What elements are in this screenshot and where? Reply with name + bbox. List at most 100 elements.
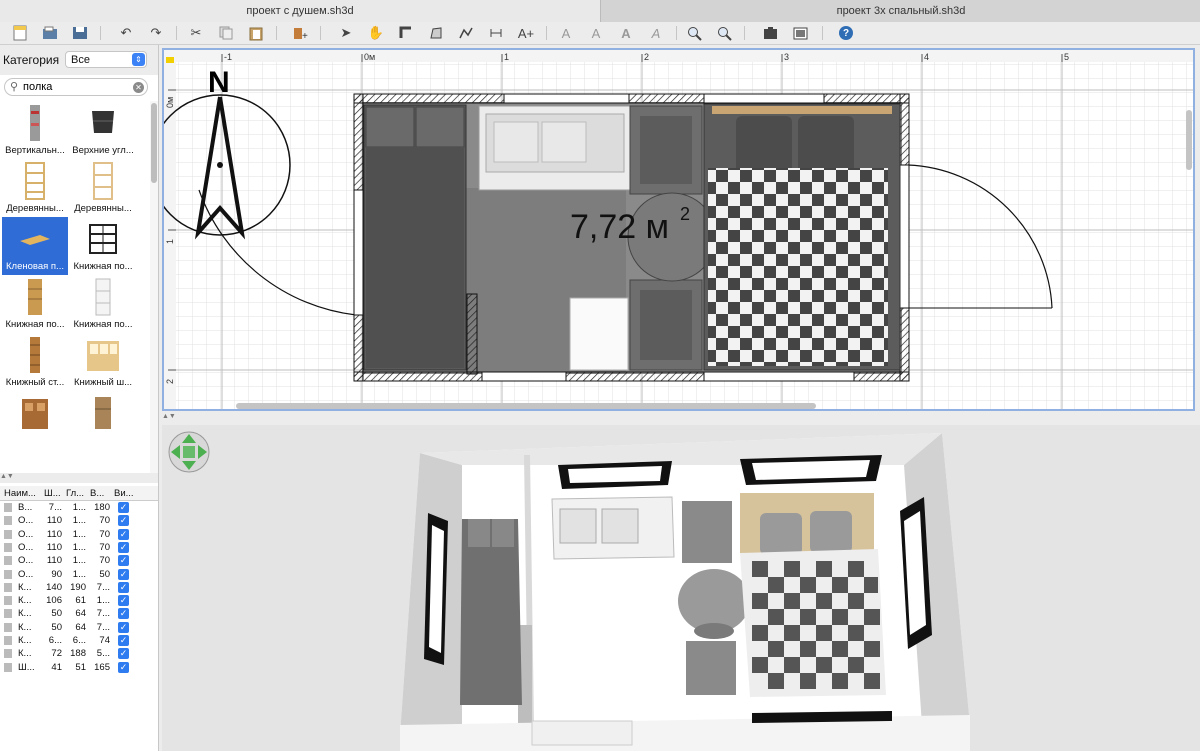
clear-search-icon[interactable]: ✕ (133, 82, 144, 93)
search-input[interactable] (23, 81, 123, 93)
door-opening[interactable] (899, 164, 910, 309)
furniture-row[interactable]: О... 110 1... 70 ✓ (0, 528, 158, 541)
plan-canvas[interactable]: -1 0м 1 2 3 4 5 0м 1 2 N 7,72 м 2 (164, 50, 1193, 409)
visible-checkbox[interactable]: ✓ (118, 581, 129, 593)
italic-icon[interactable]: A (646, 24, 666, 42)
save-icon[interactable] (70, 24, 90, 42)
catalog-item[interactable]: Деревянны... (2, 159, 68, 217)
help-icon[interactable]: ? (836, 24, 856, 42)
column-header-depth[interactable]: Гл... (66, 488, 84, 499)
visible-checkbox[interactable]: ✓ (118, 541, 129, 553)
window[interactable] (703, 371, 855, 382)
furniture-cell-w: 110 (46, 555, 62, 567)
create-dimensions-icon[interactable] (486, 24, 506, 42)
zoom-out-icon[interactable] (714, 24, 734, 42)
copy-icon[interactable] (216, 24, 236, 42)
furniture-row[interactable]: О... 110 1... 70 ✓ (0, 514, 158, 527)
catalog-item[interactable]: Книжная по... (70, 217, 136, 275)
furniture-row[interactable]: К... 106 61 1... ✓ (0, 594, 158, 607)
create-video-icon[interactable] (790, 24, 810, 42)
3d-view[interactable] (162, 425, 1200, 751)
furniture-cell-d: 64 (75, 608, 86, 620)
furniture-row[interactable]: Ш... 41 51 165 ✓ (0, 661, 158, 674)
furniture-cell-h: 70 (99, 555, 110, 567)
furniture-row[interactable]: О... 90 1... 50 ✓ (0, 568, 158, 581)
double-bed[interactable] (703, 103, 901, 371)
left-splitter[interactable]: ▲▼ (0, 473, 158, 483)
catalog-item-label: Книжная по... (5, 319, 65, 330)
catalog-item-label: Деревянны... (6, 203, 64, 214)
text-style-1-icon[interactable]: A (556, 24, 576, 42)
cabinet[interactable] (569, 297, 629, 371)
new-icon[interactable] (10, 24, 30, 42)
window[interactable] (481, 371, 567, 382)
visible-checkbox[interactable]: ✓ (118, 608, 129, 620)
visible-checkbox[interactable]: ✓ (118, 555, 129, 567)
undo-icon[interactable]: ↶ (116, 24, 136, 42)
column-header-name[interactable]: Наим... (4, 488, 36, 499)
plan-view[interactable]: -1 0м 1 2 3 4 5 0м 1 2 N 7,72 м 2 (162, 48, 1195, 411)
window[interactable] (503, 93, 630, 104)
catalog-item[interactable]: Книжный ст... (2, 333, 68, 391)
visible-checkbox[interactable]: ✓ (118, 502, 129, 513)
furniture-row[interactable]: К... 50 64 7... ✓ (0, 607, 158, 620)
redo-icon[interactable]: ↷ (146, 24, 166, 42)
furniture-row[interactable]: К... 72 188 5... ✓ (0, 647, 158, 660)
pan-icon[interactable]: ✋ (366, 24, 386, 42)
visible-checkbox[interactable]: ✓ (118, 515, 129, 527)
room-area-label[interactable]: 7,72 м (570, 208, 669, 246)
kitchen-sink[interactable] (478, 105, 632, 191)
column-header-visible[interactable]: Ви... (114, 488, 134, 499)
catalog-item[interactable]: Вертикальн... (2, 101, 68, 159)
visible-checkbox[interactable]: ✓ (118, 595, 129, 607)
catalog-item[interactable]: Деревянны... (70, 159, 136, 217)
catalog-scrollbar[interactable] (150, 101, 158, 473)
cut-icon[interactable]: ✂ (186, 24, 206, 42)
visible-checkbox[interactable]: ✓ (118, 635, 129, 646)
catalog-item[interactable]: Книжная по... (70, 275, 136, 333)
add-furniture-icon[interactable]: + (290, 24, 310, 42)
zoom-in-icon[interactable] (684, 24, 704, 42)
tab-project-3-bedroom[interactable]: проект 3х спальный.sh3d (600, 0, 1200, 22)
catalog-item[interactable]: Книжная по... (2, 275, 68, 333)
single-bed[interactable] (363, 104, 467, 371)
furniture-row[interactable]: К... 6... 6... 74 ✓ (0, 634, 158, 647)
create-polylines-icon[interactable] (456, 24, 476, 42)
select-icon[interactable]: ➤ (336, 24, 356, 42)
furniture-row[interactable]: О... 110 1... 70 ✓ (0, 541, 158, 554)
plan-horizontal-scrollbar[interactable] (236, 403, 816, 409)
catalog-item[interactable]: Верхние угл... (70, 101, 136, 159)
plan-vertical-scrollbar[interactable] (1186, 110, 1192, 170)
column-header-height[interactable]: В... (90, 488, 104, 499)
visible-checkbox[interactable]: ✓ (118, 661, 129, 673)
visible-checkbox[interactable]: ✓ (118, 568, 129, 580)
catalog-item[interactable] (2, 391, 68, 449)
3d-render[interactable] (162, 425, 1200, 751)
column-header-width[interactable]: Ш... (44, 488, 61, 499)
furniture-row[interactable]: К... 140 190 7... ✓ (0, 581, 158, 594)
visible-checkbox[interactable]: ✓ (118, 648, 129, 660)
catalog-item[interactable] (70, 391, 136, 449)
furniture-row[interactable]: В... 7... 1... 180 ✓ (0, 501, 158, 514)
create-rooms-icon[interactable] (426, 24, 446, 42)
create-photo-icon[interactable] (760, 24, 780, 42)
add-text-icon[interactable]: A+ (516, 24, 536, 42)
window[interactable] (703, 93, 825, 104)
tab-project-shower[interactable]: проект с душем.sh3d (0, 0, 600, 22)
view-splitter[interactable]: ▲▼ (162, 413, 1200, 423)
category-select[interactable]: Все ⇕ (65, 51, 147, 68)
create-walls-icon[interactable] (396, 24, 416, 42)
visible-checkbox[interactable]: ✓ (118, 621, 129, 633)
door-opening[interactable] (353, 189, 364, 316)
catalog-scroll-thumb[interactable] (151, 103, 157, 183)
catalog-item-selected[interactable]: Кленовая п... (2, 217, 68, 275)
catalog-item[interactable]: Книжный ш... (70, 333, 136, 391)
text-style-2-icon[interactable]: A (586, 24, 606, 42)
furniture-row[interactable]: К... 50 64 7... ✓ (0, 621, 158, 634)
paste-icon[interactable] (246, 24, 266, 42)
visible-checkbox[interactable]: ✓ (118, 528, 129, 540)
open-icon[interactable] (40, 24, 60, 42)
search-field[interactable]: ⚲ ✕ (4, 78, 148, 96)
furniture-row[interactable]: О... 110 1... 70 ✓ (0, 554, 158, 567)
bold-icon[interactable]: A (616, 24, 636, 42)
